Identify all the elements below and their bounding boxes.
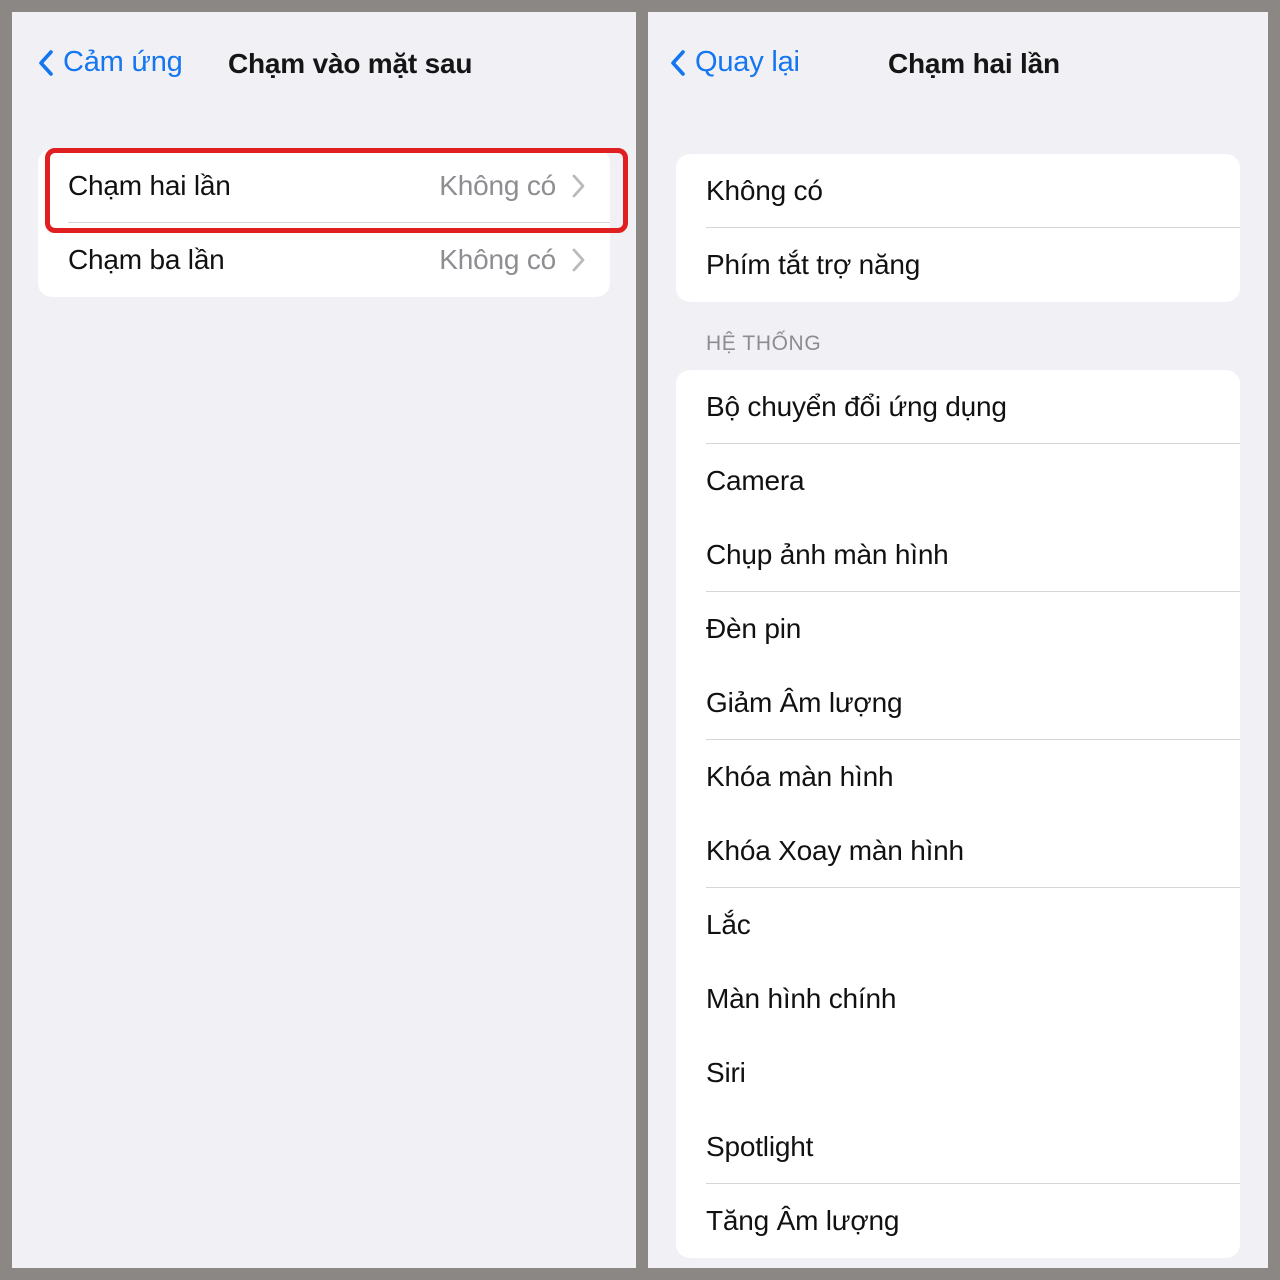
option-row-lac[interactable]: Lắc [676, 888, 1240, 962]
chevron-right-icon [572, 248, 585, 272]
left-device-panel: Cảm ứng Chạm vào mặt sau Chạm hai lần Kh… [12, 12, 636, 1268]
back-button-label: Quay lại [695, 46, 800, 78]
row-label: Giảm Âm lượng [706, 687, 903, 718]
screenshot-frame: Cảm ứng Chạm vào mặt sau Chạm hai lần Kh… [0, 0, 1280, 1280]
section-header-he-thong: HỆ THỐNG [706, 332, 822, 355]
right-device-panel: Quay lại Chạm hai lần Không có Phím tắt … [648, 12, 1268, 1268]
action-options-card: Không có Phím tắt trợ năng [676, 154, 1240, 302]
option-row-khong-co[interactable]: Không có [676, 154, 1240, 228]
back-button-label: Cảm ứng [63, 46, 183, 78]
option-row-giam-am-luong[interactable]: Giảm Âm lượng [676, 666, 1240, 740]
back-button-cam-ung[interactable]: Cảm ứng [38, 46, 183, 79]
row-value: Không có [439, 244, 556, 275]
option-row-siri[interactable]: Siri [676, 1036, 1240, 1110]
left-page-title: Chạm vào mặt sau [228, 48, 473, 79]
row-label: Spotlight [706, 1131, 814, 1162]
chevron-left-icon [39, 49, 53, 76]
right-navigation-bar: Quay lại Chạm hai lần [648, 12, 1268, 112]
row-label: Camera [706, 465, 805, 496]
left-settings-card: Chạm hai lần Không có Chạm ba lần Không … [38, 149, 610, 297]
row-label: Khóa Xoay màn hình [706, 835, 964, 866]
system-options-card: Bộ chuyển đổi ứng dụng Camera Chụp ảnh m… [676, 370, 1240, 1258]
right-page-title: Chạm hai lần [888, 48, 1060, 79]
row-value: Không có [439, 170, 556, 201]
option-row-tang-am-luong[interactable]: Tăng Âm lượng [676, 1184, 1240, 1258]
chevron-left-icon [671, 49, 685, 76]
row-label: Lắc [706, 909, 751, 940]
option-row-camera[interactable]: Camera [676, 444, 1240, 518]
row-label: Khóa màn hình [706, 761, 894, 792]
option-row-khoa-man-hinh[interactable]: Khóa màn hình [676, 740, 1240, 814]
option-row-bo-chuyen-doi-ung-dung[interactable]: Bộ chuyển đổi ứng dụng [676, 370, 1240, 444]
option-row-chup-anh-man-hinh[interactable]: Chụp ảnh màn hình [676, 518, 1240, 592]
chevron-right-icon [572, 174, 585, 198]
row-label: Tăng Âm lượng [706, 1205, 900, 1236]
back-button-quay-lai[interactable]: Quay lại [670, 46, 800, 79]
row-cham-hai-lan[interactable]: Chạm hai lần Không có [38, 149, 610, 223]
left-navigation-bar: Cảm ứng Chạm vào mặt sau [12, 12, 636, 112]
row-label: Đèn pin [706, 613, 802, 644]
row-label: Chụp ảnh màn hình [706, 539, 949, 570]
row-label: Chạm ba lần [68, 244, 225, 275]
option-row-den-pin[interactable]: Đèn pin [676, 592, 1240, 666]
row-label: Phím tắt trợ năng [706, 249, 921, 280]
option-row-phim-tat-tro-nang[interactable]: Phím tắt trợ năng [676, 228, 1240, 302]
row-label: Không có [706, 175, 823, 206]
row-label: Chạm hai lần [68, 170, 231, 201]
row-label: Bộ chuyển đổi ứng dụng [706, 391, 1007, 422]
option-row-man-hinh-chinh[interactable]: Màn hình chính [676, 962, 1240, 1036]
option-row-khoa-xoay-man-hinh[interactable]: Khóa Xoay màn hình [676, 814, 1240, 888]
row-label: Siri [706, 1057, 746, 1088]
row-cham-ba-lan[interactable]: Chạm ba lần Không có [38, 223, 610, 297]
option-row-spotlight[interactable]: Spotlight [676, 1110, 1240, 1184]
row-label: Màn hình chính [706, 983, 897, 1014]
